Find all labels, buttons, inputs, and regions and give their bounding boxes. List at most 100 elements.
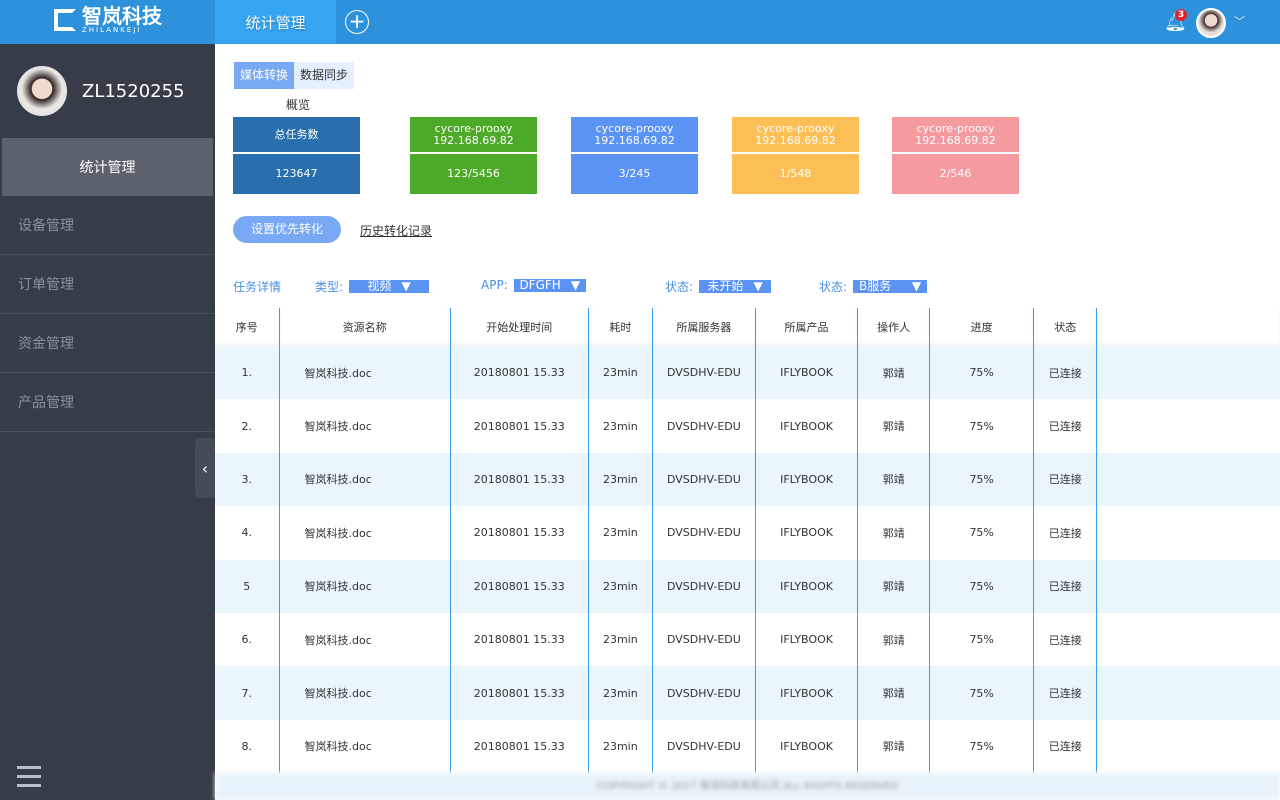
logo-icon (54, 9, 76, 31)
table-cell: 20180801 15.33 (450, 506, 589, 560)
task-table: 序号 资源名称 开始处理时间 耗时 所属服务器 所属产品 操作人 进度 状态 1. 智岚科技.do… (215, 308, 1280, 774)
sub-tabs: 媒体转换 数据同步 (234, 62, 355, 89)
table-cell: 20180801 15.33 (450, 559, 589, 613)
table-cell: 75% (929, 399, 1035, 453)
table-cell: 郭靖 (857, 719, 931, 774)
table-row[interactable]: 8. 智岚科技.doc 20180801 15.33 23min DVSDHV-EDU I… (215, 719, 1280, 774)
table-cell: 23min (588, 666, 653, 720)
table-cell: 智岚科技.doc (279, 559, 451, 613)
filter: 状态: B服务器 ▼ (819, 278, 928, 306)
filter: 类型: 视频 ▼ (315, 278, 430, 295)
column-header: 所属产品 (755, 308, 859, 346)
table-cell: 23min (588, 346, 653, 400)
table-cell: 郭靖 (857, 506, 931, 560)
table-cell: IFLYBOOK (755, 666, 859, 720)
filter-select[interactable]: B服务器 ▼ (853, 279, 928, 306)
top-bar: 智岚科技 ZHILANKEJI 统计管理 + 🔔︎ 3 ﹀ (0, 0, 1280, 44)
table-cell: 智岚科技.doc (279, 452, 451, 507)
table-cell: 已连接 (1033, 346, 1098, 400)
sidebar-item-orders[interactable]: 订单管理 (0, 255, 215, 314)
table-cell: 已连接 (1033, 559, 1098, 613)
table-cell: 23min (588, 399, 653, 453)
table-cell: 7. (215, 666, 280, 720)
filter-value: B服务器 (859, 279, 892, 306)
sidebar-item-products[interactable]: 产品管理 (0, 373, 215, 432)
table-cell: 郭靖 (857, 612, 931, 667)
table-row[interactable]: 6. 智岚科技.doc 20180801 15.33 23min DVSDHV-EDU I… (215, 612, 1280, 667)
filter-select[interactable]: 未开始 ▼ (699, 280, 772, 293)
card-value: 123647 (275, 166, 318, 180)
table-cell (1096, 666, 1280, 720)
sidebar-item-devices[interactable]: 设备管理 (0, 196, 215, 255)
overview-card: cycore-prooxy 192.168.69.82 123/5456 (410, 117, 537, 194)
column-header (1097, 308, 1280, 346)
overview-label: 概览 (286, 98, 311, 112)
table-row[interactable]: 5 智岚科技.doc 20180801 15.33 23min DVSDHV-EDU IF… (215, 559, 1280, 613)
table-cell: 75% (929, 612, 1035, 667)
table-cell (1096, 346, 1280, 400)
filter-select[interactable]: DFGFH ▼ (513, 277, 586, 292)
table-cell: 23min (588, 559, 653, 613)
footer-copyright: COPYRIGHT © 2017 智岚科技有限公司 ALL RIGHTS RES… (215, 773, 1280, 800)
chevron-left-icon: ‹ (201, 458, 209, 478)
dropdown-arrow-icon: ▼ (401, 279, 411, 293)
table-cell: 已连接 (1033, 666, 1098, 720)
table-cell: 智岚科技.doc (279, 506, 451, 560)
tab-data-sync[interactable]: 数据同步 (294, 62, 355, 89)
card-ip: 192.168.69.82 (915, 133, 996, 147)
user-profile: ZL1520255 (0, 44, 215, 138)
table-cell: 75% (929, 452, 1035, 507)
tab-media-conversion[interactable]: 媒体转换 (234, 62, 295, 89)
table-cell: 3. (215, 452, 280, 507)
table-row[interactable]: 7. 智岚科技.doc 20180801 15.33 23min DVSDHV-EDU I… (215, 666, 1280, 720)
history-link[interactable]: 历史转化记录 (360, 222, 432, 239)
user-avatar[interactable] (1196, 8, 1226, 38)
table-cell: DVSDHV-EDU (652, 399, 756, 453)
table-cell: 4. (215, 506, 280, 560)
table-cell: IFLYBOOK (755, 399, 859, 453)
filter: APP: DFGFH ▼ (481, 278, 586, 292)
table-cell: 23min (588, 719, 653, 774)
table-cell: 郭靖 (857, 399, 931, 453)
table-cell: IFLYBOOK (755, 506, 859, 560)
sidebar-item-statistics[interactable]: 统计管理 (2, 138, 213, 196)
set-priority-button[interactable]: 设置优先转化 (233, 216, 341, 243)
overview-card: cycore-prooxy 192.168.69.82 1/548 (732, 117, 859, 194)
table-row[interactable]: 1. 智岚科技.doc 20180801 15.33 23min DVSDHV-EDU I… (215, 346, 1280, 400)
card-value: 123/5456 (447, 166, 500, 180)
table-cell: 智岚科技.doc (279, 346, 451, 400)
table-cell: 75% (929, 346, 1035, 400)
card-value: 3/245 (618, 166, 651, 180)
sidebar: ZL1520255 统计管理 设备管理 订单管理 资金管理 产品管理 ‹ (0, 44, 215, 800)
overview-card: cycore-prooxy 192.168.69.82 3/245 (571, 117, 698, 194)
table-cell: 20180801 15.33 (450, 399, 589, 453)
card-ip: 192.168.69.82 (755, 133, 836, 147)
table-row[interactable]: 3. 智岚科技.doc 20180801 15.33 23min DVSDHV-EDU I… (215, 452, 1280, 507)
chevron-down-icon[interactable]: ﹀ (1234, 13, 1245, 29)
logo: 智岚科技 ZHILANKEJI (54, 6, 162, 34)
filter-label: 状态: (819, 280, 848, 294)
column-header: 序号 (215, 308, 280, 346)
menu-icon[interactable] (17, 766, 41, 793)
column-header: 耗时 (588, 308, 653, 346)
column-header: 操作人 (857, 308, 931, 346)
filter-title: 任务详情 (233, 280, 282, 294)
dropdown-arrow-icon: ▼ (570, 277, 581, 292)
overview-card: 总任务数 123647 (233, 117, 360, 194)
filter-select[interactable]: 视频 ▼ (349, 279, 430, 293)
card-title: 总任务数 (274, 127, 319, 141)
table-cell: 8. (215, 719, 280, 774)
add-tab-button[interactable]: + (345, 10, 369, 34)
tab-statistics[interactable]: 统计管理 (215, 0, 336, 44)
table-cell: 5 (215, 559, 280, 613)
collapse-sidebar-button[interactable]: ‹ (195, 438, 215, 498)
table-cell: 已连接 (1033, 719, 1098, 774)
table-row[interactable]: 4. 智岚科技.doc 20180801 15.33 23min DVSDHV-EDU I… (215, 506, 1280, 560)
table-cell: 已连接 (1033, 612, 1098, 667)
table-cell: 智岚科技.doc (279, 612, 451, 667)
table-row[interactable]: 2. 智岚科技.doc 20180801 15.33 23min DVSDHV-EDU I… (215, 399, 1280, 453)
table-cell: 智岚科技.doc (279, 399, 451, 453)
table-cell: DVSDHV-EDU (652, 719, 756, 774)
column-header: 状态 (1033, 308, 1098, 346)
sidebar-item-funds[interactable]: 资金管理 (0, 314, 215, 373)
